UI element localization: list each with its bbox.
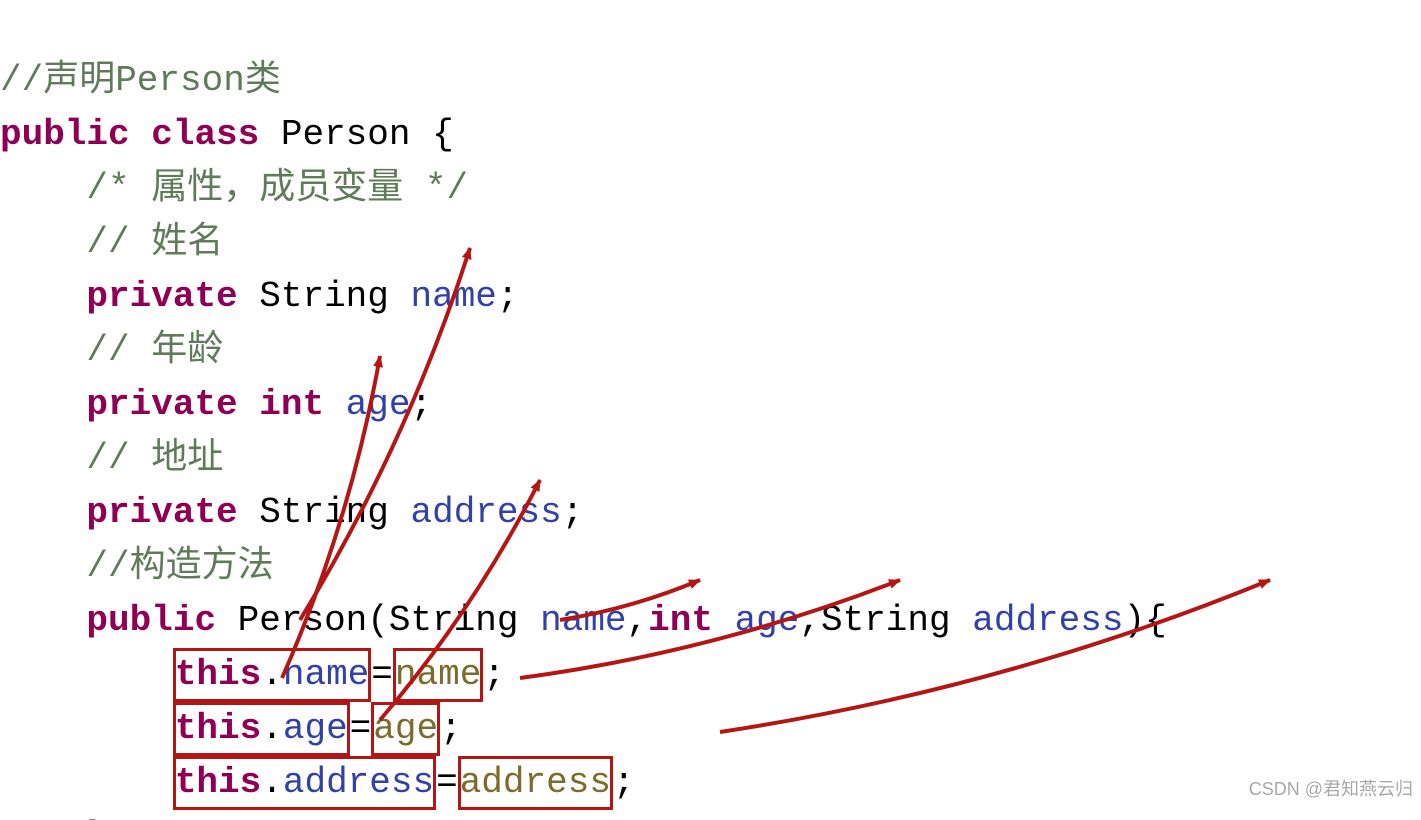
member-name: name [283, 654, 369, 695]
paren: ( [367, 600, 389, 641]
semi: ; [497, 276, 519, 317]
box-this-name: this.name [173, 648, 371, 702]
watermark: CSDN @君知燕云归 [1249, 762, 1413, 816]
kw-class: class [151, 114, 259, 155]
type-int: int [648, 600, 713, 641]
kw-private: private [86, 384, 237, 425]
box-rhs-name: name [393, 648, 483, 702]
ctor-name: Person [238, 600, 368, 641]
code-block: //声明Person类 public class Person { /* 属性，… [0, 0, 1421, 820]
kw-this: this [175, 654, 261, 695]
param-name: name [540, 600, 626, 641]
code-comment: /* 属性，成员变量 */ [86, 168, 468, 209]
kw-public: public [86, 600, 216, 641]
code-comment: // 年龄 [86, 330, 223, 371]
field-age: age [346, 384, 411, 425]
code-comment: // 姓名 [86, 222, 223, 263]
code-comment: //构造方法 [86, 546, 273, 587]
rhs-age: age [373, 708, 438, 749]
class-name: Person [281, 114, 411, 155]
param-age: age [735, 600, 800, 641]
box-rhs-age: age [371, 702, 440, 756]
kw-private: private [86, 492, 237, 533]
box-this-address: this.address [173, 756, 436, 810]
box-this-age: this.age [173, 702, 350, 756]
paren-brace: ){ [1123, 600, 1166, 641]
type-string: String [259, 276, 389, 317]
code-comment: //声明Person类 [0, 60, 281, 101]
eq: = [371, 654, 393, 695]
brace: { [411, 114, 454, 155]
kw-public: public [0, 114, 130, 155]
kw-private: private [86, 276, 237, 317]
member-age: age [283, 708, 348, 749]
dot: . [261, 708, 283, 749]
dot: . [261, 654, 283, 695]
comma: , [627, 600, 649, 641]
semi: ; [411, 384, 433, 425]
type-string: String [259, 492, 389, 533]
type-int: int [259, 384, 324, 425]
eq: = [436, 762, 458, 803]
field-name: name [411, 276, 497, 317]
kw-this: this [175, 708, 261, 749]
rhs-name: name [395, 654, 481, 695]
semi: ; [613, 762, 635, 803]
rhs-address: address [460, 762, 611, 803]
box-rhs-address: address [458, 756, 613, 810]
semi: ; [483, 654, 505, 695]
field-address: address [411, 492, 562, 533]
code-comment: // 地址 [86, 438, 223, 479]
kw-this: this [175, 762, 261, 803]
semi: ; [440, 708, 462, 749]
type-string: String [821, 600, 951, 641]
eq: = [350, 708, 372, 749]
type-string: String [389, 600, 519, 641]
comma: , [799, 600, 821, 641]
dot: . [261, 762, 283, 803]
member-address: address [283, 762, 434, 803]
param-address: address [972, 600, 1123, 641]
brace: } [86, 816, 108, 820]
semi: ; [562, 492, 584, 533]
